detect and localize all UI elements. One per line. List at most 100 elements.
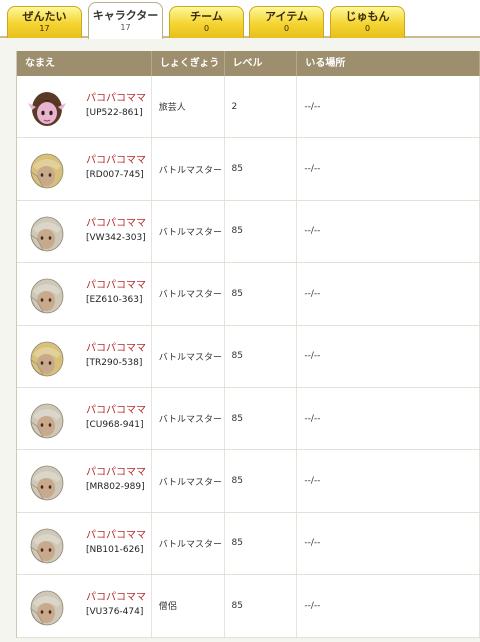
location-cell: --/-- bbox=[297, 325, 480, 387]
character-id: [MR802-989] bbox=[86, 482, 145, 493]
character-avatar-icon bbox=[27, 587, 67, 627]
column-header-name: なまえ bbox=[17, 51, 152, 76]
column-header-level: レベル bbox=[225, 51, 298, 76]
name-block: パコパコママ [EZ610-363] bbox=[86, 280, 146, 306]
level-cell: 85 bbox=[225, 325, 298, 387]
character-avatar-icon bbox=[27, 338, 67, 378]
name-block: パコパコママ [MR802-989] bbox=[86, 467, 146, 493]
character-name-link[interactable]: パコパコママ bbox=[86, 467, 146, 479]
name-block: パコパコママ [VW342-303] bbox=[86, 218, 146, 244]
character-id: [VU376-474] bbox=[86, 607, 144, 618]
table-row[interactable]: パコパコママ [RD007-745] バトルマスター 85 --/-- bbox=[17, 138, 480, 201]
job-cell: バトルマスター bbox=[152, 138, 225, 200]
job-cell: バトルマスター bbox=[152, 325, 225, 387]
table-row[interactable]: パコパコママ [TR290-538] バトルマスター 85 --/-- bbox=[17, 325, 480, 388]
column-header-job: しょくぎょう bbox=[152, 51, 225, 76]
tab-team-count: 0 bbox=[203, 24, 210, 33]
character-avatar-icon bbox=[27, 213, 67, 253]
job-cell: バトルマスター bbox=[152, 450, 225, 512]
character-name-link[interactable]: パコパコママ bbox=[86, 155, 146, 167]
character-name-link[interactable]: パコパコママ bbox=[86, 530, 146, 542]
character-name-link[interactable]: パコパコママ bbox=[86, 93, 146, 105]
character-id: [VW342-303] bbox=[86, 232, 146, 243]
level-cell: 85 bbox=[225, 512, 298, 575]
location-cell: --/-- bbox=[297, 575, 480, 637]
job-cell: 僧侶 bbox=[152, 575, 225, 637]
table-row[interactable]: パコパコママ [CU968-941] バトルマスター 85 --/-- bbox=[17, 387, 480, 451]
job-cell: 旅芸人 bbox=[152, 76, 225, 138]
category-tab-bar: ぜんたい 17 キャラクター 17 チーム 0 アイテム 0 じゅもん 0 bbox=[0, 0, 480, 39]
name-cell: パコパコママ [CU968-941] bbox=[17, 387, 152, 450]
name-cell: パコパコママ [VW342-303] bbox=[17, 200, 152, 263]
tab-spell-label: じゅもん bbox=[345, 10, 390, 23]
character-table: なまえ しょくぎょう レベル いる場所 パコパコママ [UP522-861] 旅芸人… bbox=[16, 51, 480, 638]
character-name-link[interactable]: パコパコママ bbox=[86, 218, 146, 230]
name-block: パコパコママ [CU968-941] bbox=[86, 405, 146, 431]
tab-team[interactable]: チーム 0 bbox=[169, 6, 244, 38]
character-avatar-icon bbox=[27, 150, 67, 190]
character-name-link[interactable]: パコパコママ bbox=[86, 592, 146, 604]
level-cell: 2 bbox=[225, 76, 298, 138]
character-avatar-icon bbox=[27, 400, 67, 440]
character-id: [TR290-538] bbox=[86, 357, 143, 368]
table-row[interactable]: パコパコママ [MR802-989] バトルマスター 85 --/-- bbox=[17, 450, 480, 513]
name-cell: パコパコママ [RD007-745] bbox=[17, 138, 152, 200]
character-avatar-icon bbox=[27, 88, 67, 128]
character-id: [RD007-745] bbox=[86, 170, 144, 181]
level-cell: 85 bbox=[225, 263, 298, 325]
name-cell: パコパコママ [EZ610-363] bbox=[17, 263, 152, 325]
location-cell: --/-- bbox=[297, 387, 480, 450]
level-cell: 85 bbox=[225, 450, 298, 512]
table-row[interactable]: パコパコママ [VU376-474] 僧侶 85 --/-- bbox=[17, 575, 480, 638]
character-id: [UP522-861] bbox=[86, 108, 143, 118]
tab-item[interactable]: アイテム 0 bbox=[249, 6, 324, 38]
name-cell: パコパコママ [NB101-626] bbox=[17, 512, 152, 575]
level-cell: 85 bbox=[225, 138, 298, 200]
tab-character[interactable]: キャラクター 17 bbox=[88, 2, 163, 39]
job-cell: バトルマスター bbox=[152, 512, 225, 575]
location-cell: --/-- bbox=[297, 200, 480, 263]
tab-spell-count: 0 bbox=[364, 24, 371, 33]
location-cell: --/-- bbox=[297, 512, 480, 575]
tab-item-count: 0 bbox=[283, 24, 290, 33]
tab-character-count: 17 bbox=[120, 23, 131, 32]
results-panel: なまえ しょくぎょう レベル いる場所 パコパコママ [UP522-861] 旅芸人… bbox=[0, 38, 480, 642]
level-cell: 85 bbox=[225, 387, 298, 450]
tab-all-count: 17 bbox=[39, 24, 50, 33]
table-row[interactable]: パコパコママ [EZ610-363] バトルマスター 85 --/-- bbox=[17, 263, 480, 326]
table-row[interactable]: パコパコママ [VW342-303] バトルマスター 85 --/-- bbox=[17, 200, 480, 264]
name-block: パコパコママ [UP522-861] bbox=[86, 93, 146, 119]
name-cell: パコパコママ [UP522-861] bbox=[17, 76, 152, 138]
tab-item-label: アイテム bbox=[265, 10, 308, 23]
table-body: パコパコママ [UP522-861] 旅芸人 2 --/-- パコパコママ [RD007-7… bbox=[17, 76, 480, 638]
location-cell: --/-- bbox=[297, 138, 480, 200]
tab-spell[interactable]: じゅもん 0 bbox=[330, 6, 405, 38]
name-block: パコパコママ [TR290-538] bbox=[86, 343, 146, 369]
level-cell: 85 bbox=[225, 200, 298, 263]
location-cell: --/-- bbox=[297, 263, 480, 325]
character-id: [EZ610-363] bbox=[86, 295, 143, 306]
job-cell: バトルマスター bbox=[152, 200, 225, 263]
character-name-link[interactable]: パコパコママ bbox=[86, 343, 146, 355]
character-id: [CU968-941] bbox=[86, 419, 144, 430]
name-block: パコパコママ [RD007-745] bbox=[86, 155, 146, 181]
character-id: [NB101-626] bbox=[86, 544, 144, 555]
tab-all[interactable]: ぜんたい 17 bbox=[7, 6, 82, 38]
character-list-page: ぜんたい 17 キャラクター 17 チーム 0 アイテム 0 じゅもん 0 なま… bbox=[0, 0, 480, 642]
location-cell: --/-- bbox=[297, 76, 480, 138]
location-cell: --/-- bbox=[297, 450, 480, 512]
character-name-link[interactable]: パコパコママ bbox=[86, 280, 146, 292]
table-row[interactable]: パコパコママ [NB101-626] バトルマスター 85 --/-- bbox=[17, 512, 480, 576]
tab-all-label: ぜんたい bbox=[22, 10, 67, 23]
job-cell: バトルマスター bbox=[152, 387, 225, 450]
name-cell: パコパコママ [TR290-538] bbox=[17, 325, 152, 387]
tab-character-label: キャラクター bbox=[92, 9, 159, 22]
table-row[interactable]: パコパコママ [UP522-861] 旅芸人 2 --/-- bbox=[17, 76, 480, 139]
table-header: なまえ しょくぎょう レベル いる場所 bbox=[17, 51, 480, 76]
tab-team-label: チーム bbox=[190, 10, 223, 23]
character-avatar-icon bbox=[27, 462, 67, 502]
character-avatar-icon bbox=[27, 275, 67, 315]
character-name-link[interactable]: パコパコママ bbox=[86, 405, 146, 417]
name-block: パコパコママ [NB101-626] bbox=[86, 530, 146, 556]
character-avatar-icon bbox=[27, 525, 67, 565]
